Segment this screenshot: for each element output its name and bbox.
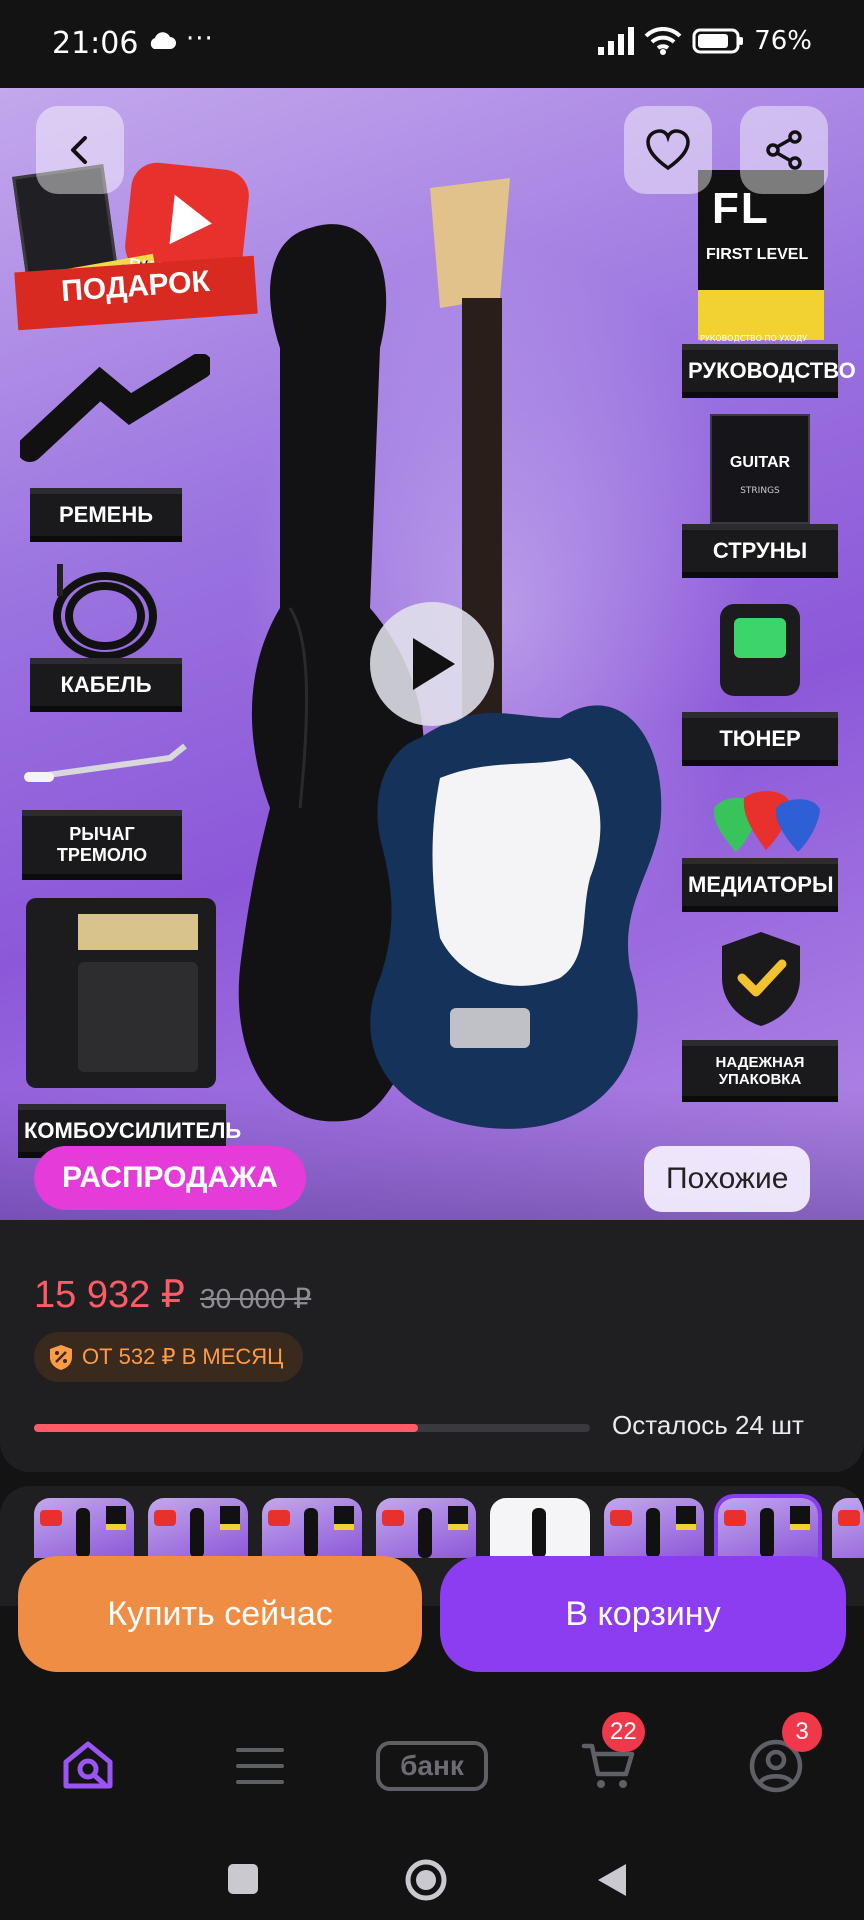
thumbnail[interactable] (376, 1498, 476, 1558)
thumbnail[interactable] (832, 1498, 864, 1558)
amplifier-image (26, 898, 216, 1088)
share-button[interactable] (740, 106, 828, 194)
system-navigation-bar (0, 1820, 864, 1920)
tab-catalog[interactable] (218, 1724, 302, 1808)
wifi-icon (644, 27, 682, 55)
stock-progress-bar (34, 1424, 590, 1432)
back-triangle-icon[interactable] (594, 1860, 630, 1900)
label-tremolo: РЫЧАГ ТРЕМОЛО (22, 810, 182, 874)
label-amplifier: КОМБОУСИЛИТЕЛЬ (18, 1104, 241, 1152)
strings-brand: GUITAR (729, 454, 791, 471)
cable-image (53, 564, 157, 660)
status-right: 76% (598, 26, 812, 56)
tab-home[interactable] (46, 1724, 130, 1808)
thumbnail[interactable] (490, 1498, 590, 1558)
stock-progress-fill (34, 1424, 418, 1432)
tremolo-arm-image (24, 743, 187, 782)
status-time: 21:06 (52, 26, 139, 61)
cloud-icon (150, 32, 176, 49)
stock-text: Осталось 24 шт (612, 1410, 804, 1440)
play-icon (413, 638, 455, 690)
current-price: 15 932 ₽ (34, 1274, 185, 1316)
label-tuner: ТЮНЕР (682, 712, 838, 760)
label-strings: СТРУНЫ (682, 524, 838, 572)
thumbnail[interactable] (604, 1498, 704, 1558)
thumbnail[interactable] (262, 1498, 362, 1558)
bottom-tab-bar: банк 22 3 (0, 1690, 864, 1820)
recents-icon[interactable] (226, 1862, 260, 1896)
shield-check-icon (722, 932, 800, 1026)
price-card: 15 932 ₽ 30 000 ₽ ОТ 532 ₽ В МЕСЯЦ Остал… (0, 1220, 864, 1472)
heart-icon (646, 129, 690, 171)
buy-now-button[interactable]: Купить сейчас (18, 1556, 422, 1672)
sale-badge: РАСПРОДАЖА (34, 1146, 306, 1210)
chevron-left-icon (71, 136, 87, 164)
status-dots: ··· (186, 24, 214, 54)
picks-image (713, 791, 820, 852)
strap-image (20, 354, 210, 462)
installment-text: ОТ 532 ₽ В МЕСЯЦ (82, 1344, 284, 1369)
installment-badge[interactable]: ОТ 532 ₽ В МЕСЯЦ (34, 1332, 304, 1382)
status-bar: 21:06 ··· 76% (0, 0, 864, 88)
label-manual: РУКОВОДСТВО (682, 344, 856, 392)
thumbnail-selected[interactable] (714, 1494, 822, 1562)
strings-sub: STRINGS (740, 486, 780, 496)
thumbnail[interactable] (148, 1498, 248, 1558)
menu-icon (236, 1748, 284, 1784)
add-to-cart-button[interactable]: В корзину (440, 1556, 846, 1672)
back-button[interactable] (36, 106, 124, 194)
profile-badge: 3 (782, 1712, 822, 1752)
label-picks: МЕДИАТОРЫ (682, 858, 838, 906)
battery-percent: 76% (754, 26, 812, 56)
brand-name: FIRST LEVEL (706, 246, 809, 263)
home-circle-icon[interactable] (404, 1858, 448, 1902)
signal-icon (598, 27, 635, 55)
label-packaging: НАДЕЖНАЯ УПАКОВКА (682, 1040, 838, 1096)
installment-shield-icon (50, 1345, 72, 1370)
tuner-image (720, 604, 800, 696)
old-price: 30 000 ₽ (200, 1283, 312, 1314)
cart-badge: 22 (602, 1712, 645, 1752)
tab-bank[interactable]: банк (376, 1724, 488, 1808)
similar-button[interactable]: Похожие (644, 1146, 811, 1212)
thumbnail[interactable] (34, 1498, 134, 1558)
brand-caption: РУКОВОДСТВО ПО УХОДУ (700, 334, 808, 343)
label-strap: РЕМЕНЬ (30, 488, 182, 536)
battery-icon (692, 28, 744, 54)
product-image-gallery[interactable]: СТИКЕРПАК ВИДЕОКУРС ПОДАРОК FL FIRST LEV… (0, 88, 864, 1240)
share-icon (766, 130, 802, 170)
home-search-icon (63, 1741, 113, 1789)
strings-pack-image: GUITAR STRINGS (710, 414, 810, 524)
label-cable: КАБЕЛЬ (30, 658, 182, 706)
bank-label: банк (376, 1741, 488, 1791)
video-play-button[interactable] (370, 602, 494, 726)
favorite-button[interactable] (624, 106, 712, 194)
